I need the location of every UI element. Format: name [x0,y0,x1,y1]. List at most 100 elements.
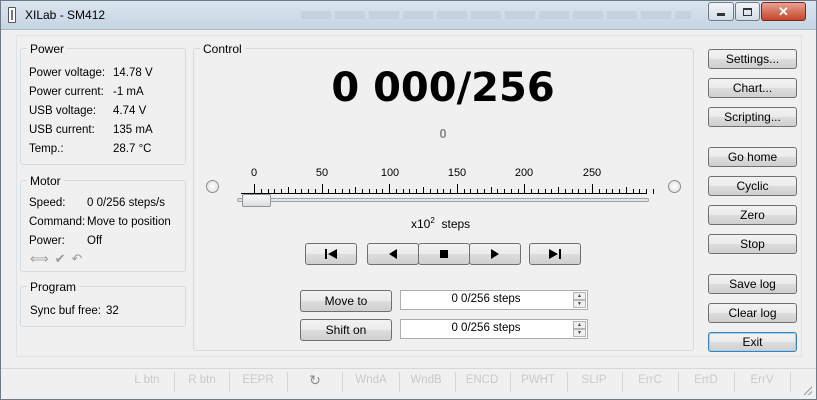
shift-on-button[interactable]: Shift on [300,319,392,341]
ruler-tick [274,189,276,194]
ruler-tick [612,189,614,194]
ruler-tick [490,187,492,194]
spin-up-icon[interactable]: ▲ [573,321,586,329]
units-prefix: x10 [411,217,431,231]
left-limit-indicator [206,180,219,193]
status-left-button: L btn [134,374,160,386]
shift-on-spinner[interactable]: ▲ ▼ [573,321,586,337]
command-value: Move to position [87,216,171,228]
ruler-tick [625,187,627,194]
status-separator [455,372,456,392]
ruler-tick [389,184,391,194]
ruler-tick [524,184,526,194]
skip-left-icon [325,249,337,259]
sync-buf-value: 32 [106,305,119,317]
units-suffix: steps [441,217,471,231]
chart-button[interactable]: Chart... [708,78,797,98]
move-to-spinner[interactable]: ▲ ▼ [573,292,586,308]
move-left-button[interactable] [367,243,419,265]
ruler-tick [497,189,499,194]
ruler-tick [456,184,458,194]
close-button[interactable]: ✕ [761,2,806,21]
status-separator [790,372,791,392]
status-separator [567,372,568,392]
motor-group-title: Motor [27,174,64,188]
power-voltage-label: Power voltage: [29,67,106,79]
ruler-tick [463,189,465,194]
status-error-d: ErrD [694,374,718,386]
stop-motor-button[interactable] [418,243,470,265]
status-separator [229,372,230,392]
motor-status-icons: ⟺ ✔ ↶ [30,251,82,267]
move-left-end-button[interactable] [305,243,357,265]
resize-grip[interactable] [803,386,812,395]
maximize-icon [743,7,752,16]
ruler-tick [294,189,296,194]
ruler-tick [409,189,411,194]
units-label: x102 steps [411,216,470,231]
scale-tick-label: 50 [315,167,329,179]
minimize-icon [717,13,725,16]
move-right-button[interactable] [469,243,521,265]
scale-tick-label: 200 [514,167,534,179]
scale-tick-label: 100 [380,167,400,179]
temperature-value: 28.7 °C [113,143,152,155]
clear-log-button[interactable]: Clear log [708,303,797,323]
speed-label: Speed: [29,197,66,209]
ruler-tick [335,189,337,194]
spin-down-icon[interactable]: ▼ [573,329,586,337]
exit-button[interactable]: Exit [708,332,797,352]
move-to-button[interactable]: Move to [300,290,392,312]
ruler-tick [368,189,370,194]
shift-on-input[interactable]: 0 0/256 steps ▲ ▼ [400,319,588,339]
spin-down-icon[interactable]: ▼ [573,300,586,308]
move-to-input[interactable]: 0 0/256 steps ▲ ▼ [400,290,588,310]
ruler-tick [585,189,587,194]
right-limit-indicator [668,180,681,193]
move-right-end-button[interactable] [529,243,581,265]
settings-button[interactable]: Settings... [708,49,797,69]
minimize-button[interactable] [708,2,734,21]
scripting-button[interactable]: Scripting... [708,107,797,127]
ruler-tick [483,189,485,194]
motor-power-label: Power: [29,235,65,247]
position-slider-track[interactable] [237,198,649,202]
zero-button[interactable]: Zero [708,205,797,225]
ruler-tick [287,187,289,194]
go-home-button[interactable]: Go home [708,147,797,167]
status-slip: SLIP [581,374,607,386]
ruler-tick [632,189,634,194]
ruler-tick [341,189,343,194]
ruler-tick [301,189,303,194]
close-icon: ✕ [778,3,789,19]
play-left-icon [389,249,397,259]
control-group-title: Control [200,42,245,56]
ruler-tick [477,189,479,194]
power-current-label: Power current: [29,86,104,98]
program-group-title: Program [27,280,80,294]
spin-up-icon[interactable]: ▲ [573,292,586,300]
status-separator [287,372,288,392]
status-eeprom: EEPR [242,374,274,386]
encoder-display: 0 [439,126,447,141]
usb-voltage-label: USB voltage: [29,105,97,117]
scale-tick-label: 150 [447,167,467,179]
save-log-button[interactable]: Save log [708,274,797,294]
position-slider-thumb[interactable] [242,194,271,207]
status-separator [678,372,679,392]
cyclic-button[interactable]: Cyclic [708,176,797,196]
ruler-tick [443,189,445,194]
units-exponent: 2 [430,216,435,225]
position-display: 0 000/256 [331,65,555,111]
ruler-tick [429,189,431,194]
skip-right-icon [549,249,561,259]
maximize-button[interactable] [735,2,760,21]
sync-buf-label: Sync buf free: [30,305,101,317]
refresh-icon[interactable]: ↻ [309,372,321,389]
command-label: Command: [29,216,86,228]
scale-tick-label: 250 [582,167,602,179]
status-separator [342,372,343,392]
stop-button[interactable]: Stop [708,234,797,254]
title-bar: XILab - SM412 ✕ [1,1,816,30]
temperature-label: Temp.: [29,143,64,155]
